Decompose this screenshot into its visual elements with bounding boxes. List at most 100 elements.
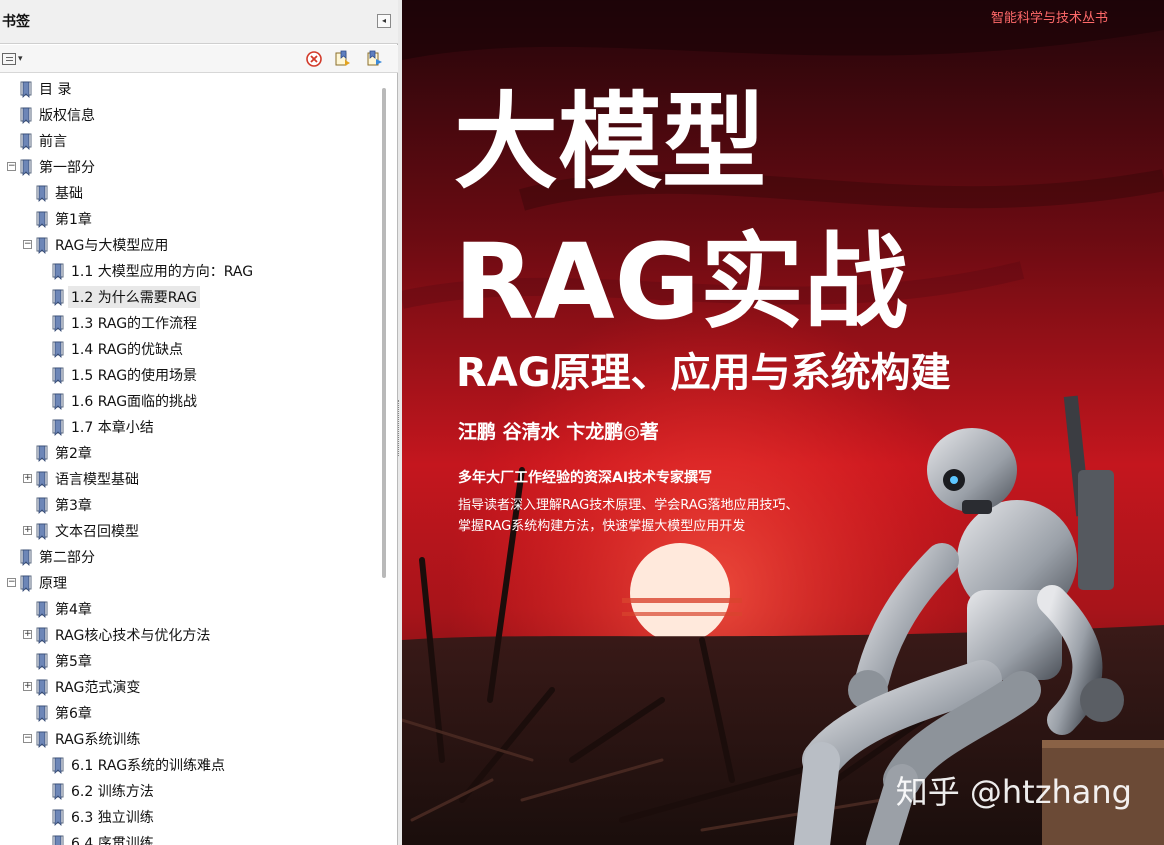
bookmark-item[interactable]: 基础 [36, 181, 86, 205]
bookmark-label: 6.3 独立训练 [71, 810, 154, 826]
bookmark-label: 第1章 [55, 212, 92, 228]
bookmark-icon [36, 601, 48, 618]
expand-toggle-icon[interactable]: + [23, 474, 32, 483]
collapse-toggle-icon[interactable]: − [23, 734, 32, 743]
bookmark-icon [20, 81, 32, 98]
bookmark-icon [52, 783, 64, 800]
bookmark-item[interactable]: 6.2 训练方法 [52, 779, 157, 803]
bookmark-label: 第3章 [55, 498, 92, 514]
bookmark-item[interactable]: 第5章 [36, 649, 95, 673]
bookmark-label: RAG范式演变 [55, 680, 141, 696]
cover-title-line2: RAG实战 [454, 221, 908, 343]
bookmark-label: RAG核心技术与优化方法 [55, 628, 211, 644]
series-label: 智能科学与技术丛书 [991, 10, 1108, 26]
bookmark-item[interactable]: + RAG范式演变 [23, 675, 143, 699]
bookmark-icon [52, 341, 64, 358]
bookmark-item[interactable]: 1.7 本章小结 [52, 415, 157, 439]
bookmark-item[interactable]: 6.4 序贯训练 [52, 831, 157, 845]
bookmark-item[interactable]: 目 录 [20, 77, 74, 101]
cover-description-2: 掌握RAG系统构建方法，快速掌握大模型应用开发 [458, 518, 745, 534]
panel-title: 书签 [2, 14, 30, 30]
bookmark-item[interactable]: 1.6 RAG面临的挑战 [52, 389, 200, 413]
bookmark-item[interactable]: + RAG核心技术与优化方法 [23, 623, 213, 647]
bookmark-item[interactable]: 第6章 [36, 701, 95, 725]
collapse-panel-button[interactable]: ◂ [377, 14, 391, 28]
bookmark-label: 前言 [39, 134, 67, 150]
bookmark-icon [52, 757, 64, 774]
cover-title-line1: 大模型 [454, 81, 766, 203]
bookmark-icon [36, 185, 48, 202]
bookmark-icon [20, 133, 32, 150]
bookmark-icon [20, 549, 32, 566]
bookmark-label: 版权信息 [39, 108, 95, 124]
cover-tagline: 多年大厂工作经验的资深AI技术专家撰写 [458, 469, 712, 486]
bookmark-item[interactable]: 第1章 [36, 207, 95, 231]
bookmark-scrollbar[interactable] [382, 88, 386, 578]
bookmark-icon [20, 575, 32, 592]
bookmark-icon [52, 289, 64, 306]
collapse-toggle-icon[interactable]: − [23, 240, 32, 249]
collapse-toggle-icon[interactable]: − [7, 578, 16, 587]
bookmark-label: 第二部分 [39, 550, 95, 566]
bookmark-item[interactable]: 第二部分 [20, 545, 98, 569]
bookmark-item[interactable]: + 语言模型基础 [23, 467, 142, 491]
bookmark-label: 1.4 RAG的优缺点 [71, 342, 184, 358]
bookmark-item[interactable]: 6.3 独立训练 [52, 805, 157, 829]
bookmark-item[interactable]: − RAG与大模型应用 [23, 233, 171, 257]
bookmark-icon [36, 679, 48, 696]
options-icon [2, 53, 16, 65]
bookmark-icon [36, 211, 48, 228]
bookmark-item[interactable]: 版权信息 [20, 103, 98, 127]
bookmark-item[interactable]: − 第一部分 [7, 155, 98, 179]
bookmark-item[interactable]: 前言 [20, 129, 70, 153]
new-bookmark-icon[interactable] [334, 50, 352, 68]
bookmark-item[interactable]: − RAG系统训练 [23, 727, 143, 751]
bookmarks-panel: 书签 ◂ ▾ 目 录版权信息前言 − 第一部分基础第1章 − RAG与大模型应用 1.1 … [0, 0, 398, 845]
bookmark-icon [36, 471, 48, 488]
bookmark-item[interactable]: 第2章 [36, 441, 95, 465]
delete-bookmark-icon[interactable] [305, 50, 323, 68]
expand-toggle-icon[interactable]: + [23, 630, 32, 639]
options-menu-button[interactable]: ▾ [2, 51, 28, 67]
bookmark-label: 第6章 [55, 706, 92, 722]
bookmark-label: 1.6 RAG面临的挑战 [71, 394, 198, 410]
bookmark-label: 6.4 序贯训练 [71, 836, 154, 845]
bookmark-item[interactable]: − 原理 [7, 571, 70, 595]
expand-toggle-icon[interactable]: + [23, 526, 32, 535]
bookmark-item[interactable]: 1.1 大模型应用的方向：RAG [52, 259, 256, 283]
bookmark-label: 原理 [39, 576, 67, 592]
expand-toggle-icon[interactable]: + [23, 682, 32, 691]
bookmark-icon [36, 237, 48, 254]
bookmark-icon [52, 367, 64, 384]
bookmark-label: 语言模型基础 [55, 472, 139, 488]
bookmark-label: 6.1 RAG系统的训练难点 [71, 758, 226, 774]
bookmark-item[interactable]: 第4章 [36, 597, 95, 621]
collapse-toggle-icon[interactable]: − [7, 162, 16, 171]
bookmark-tree: 目 录版权信息前言 − 第一部分基础第1章 − RAG与大模型应用 1.1 大模型应用的方… [0, 74, 380, 845]
bookmark-label: 第一部分 [39, 160, 95, 176]
bookmark-item[interactable]: 第3章 [36, 493, 95, 517]
bookmark-label: 文本召回模型 [55, 524, 139, 540]
bookmark-label: 目 录 [39, 82, 72, 98]
bookmark-label: 1.5 RAG的使用场景 [71, 368, 198, 384]
bookmark-label: 第5章 [55, 654, 92, 670]
bookmark-item[interactable]: 1.2 为什么需要RAG [52, 285, 201, 309]
bookmark-label: 基础 [55, 186, 83, 202]
bookmark-icon [52, 263, 64, 280]
bookmark-icon [52, 315, 64, 332]
bookmark-icon [52, 419, 64, 436]
bookmark-item[interactable]: 1.4 RAG的优缺点 [52, 337, 186, 361]
expand-bookmark-icon[interactable] [366, 50, 384, 68]
bookmark-icon [36, 731, 48, 748]
bookmark-label: 1.2 为什么需要RAG [68, 286, 201, 308]
bookmark-item[interactable]: 6.1 RAG系统的训练难点 [52, 753, 228, 777]
bookmark-icon [36, 445, 48, 462]
bookmark-item[interactable]: 1.5 RAG的使用场景 [52, 363, 200, 387]
bookmark-icon [36, 523, 48, 540]
cover-authors: 汪鹏 谷清水 卞龙鹏◎著 [458, 420, 659, 443]
bookmark-label: 第2章 [55, 446, 92, 462]
bookmark-item[interactable]: 1.3 RAG的工作流程 [52, 311, 200, 335]
bookmark-icon [52, 809, 64, 826]
bookmark-item[interactable]: + 文本召回模型 [23, 519, 142, 543]
chevron-down-icon: ▾ [18, 54, 23, 64]
